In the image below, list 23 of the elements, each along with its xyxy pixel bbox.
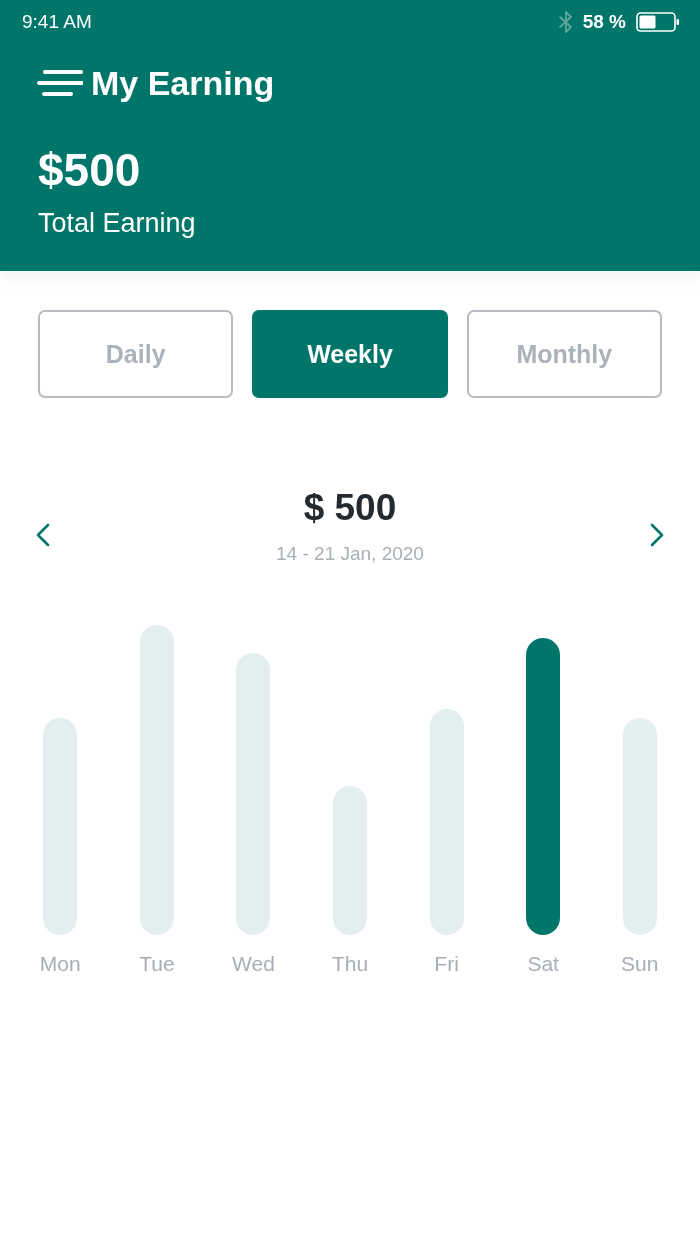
chart-bar[interactable]	[526, 638, 561, 935]
day-label: Sat	[527, 951, 559, 977]
chevron-left-icon[interactable]	[36, 523, 50, 547]
day-label: Fri	[434, 951, 459, 977]
day-label: Thu	[331, 951, 369, 977]
day-label: Wed	[232, 951, 275, 977]
period-tab[interactable]: Monthly	[466, 310, 662, 398]
day-label: Sun	[621, 951, 659, 977]
day-label: Tue	[139, 951, 175, 977]
period-amount: $ 500	[303, 486, 397, 530]
page-title: My Earning	[91, 63, 275, 104]
chevron-right-icon[interactable]	[650, 523, 664, 547]
date-range: 14 - 21 Jan, 2020	[276, 542, 424, 566]
status-time: 9:41 AM	[22, 11, 92, 33]
battery-icon	[636, 12, 680, 32]
period-tab[interactable]: Weekly	[252, 310, 448, 398]
menu-icon[interactable]	[37, 69, 83, 97]
day-label: Mon	[39, 951, 81, 977]
bluetooth-icon	[558, 11, 573, 33]
total-label: Total Earning	[38, 207, 196, 239]
total-amount: $500	[38, 143, 141, 197]
period-tab[interactable]: Daily	[38, 310, 234, 398]
battery-percent: 58 %	[582, 11, 626, 33]
